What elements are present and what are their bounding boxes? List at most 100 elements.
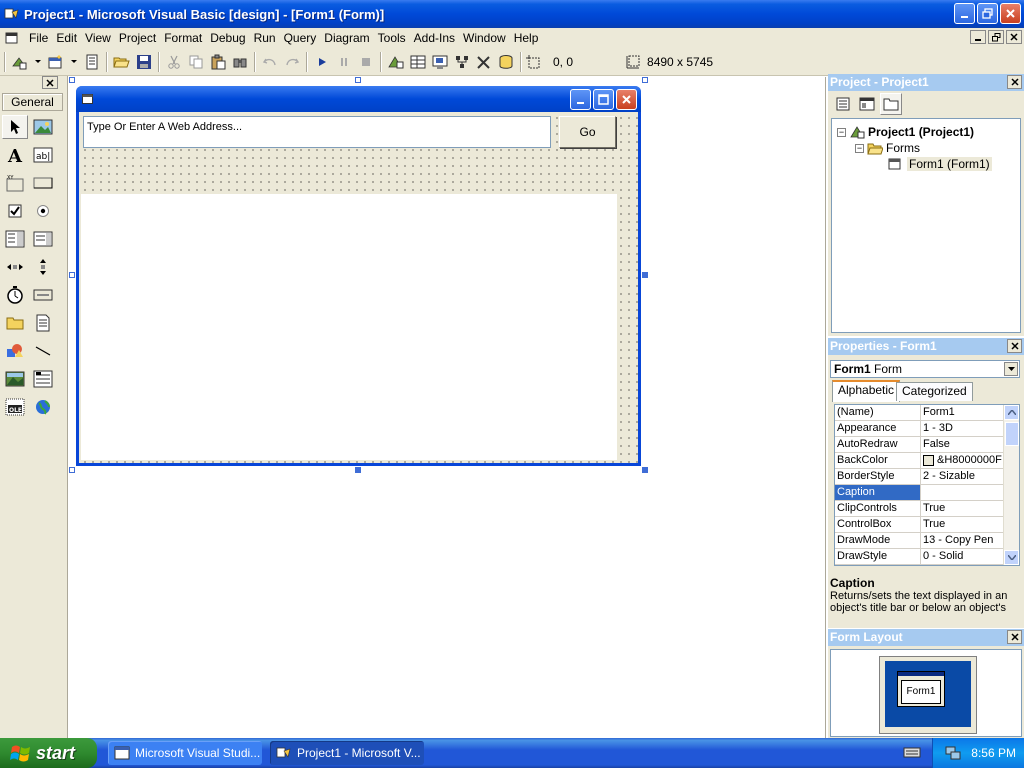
mdi-minimize-button[interactable] bbox=[970, 30, 986, 44]
tree-node-forms[interactable]: − Forms bbox=[855, 141, 920, 155]
minimize-button[interactable] bbox=[954, 3, 975, 24]
image-tool[interactable] bbox=[2, 367, 28, 391]
taskbar-item-project1[interactable]: Project1 - Microsoft V... bbox=[270, 741, 424, 765]
taskbar-item-visual-studio[interactable]: Microsoft Visual Studi... bbox=[108, 741, 262, 765]
keyboard-icon[interactable] bbox=[903, 745, 921, 759]
commandbutton-tool[interactable] bbox=[30, 171, 56, 195]
label-tool[interactable]: A bbox=[2, 143, 28, 167]
property-row-selected[interactable]: Caption bbox=[835, 485, 1019, 501]
ole-tool[interactable]: OLE bbox=[2, 395, 28, 419]
property-row[interactable]: AutoRedraw False bbox=[835, 437, 1019, 453]
design-form-titlebar[interactable] bbox=[76, 86, 641, 112]
scroll-up-button[interactable] bbox=[1004, 405, 1019, 420]
toggle-folders-button[interactable] bbox=[880, 93, 902, 115]
add-project-dropdown[interactable] bbox=[31, 51, 45, 73]
add-form-dropdown[interactable] bbox=[67, 51, 81, 73]
open-project-button[interactable] bbox=[111, 51, 133, 73]
add-form-button[interactable] bbox=[45, 51, 67, 73]
menu-run[interactable]: Run bbox=[250, 31, 280, 45]
toolbox-general-tab[interactable]: General bbox=[2, 93, 63, 111]
find-button[interactable] bbox=[229, 51, 251, 73]
project-panel-title[interactable]: Project - Project1 bbox=[828, 74, 1024, 91]
menu-help[interactable]: Help bbox=[510, 31, 543, 45]
toolbox-button[interactable] bbox=[473, 51, 495, 73]
toolbox-close-button[interactable] bbox=[42, 76, 58, 89]
property-value[interactable]: True bbox=[921, 517, 945, 532]
picturebox-tool[interactable] bbox=[30, 115, 56, 139]
project-panel-close-button[interactable] bbox=[1007, 75, 1022, 89]
menu-debug[interactable]: Debug bbox=[206, 31, 249, 45]
property-row[interactable]: DrawStyle 0 - Solid bbox=[835, 549, 1019, 565]
resize-handle-s[interactable] bbox=[355, 467, 361, 473]
resize-handle-w[interactable] bbox=[69, 272, 75, 278]
form-close-button[interactable] bbox=[616, 89, 637, 110]
add-project-button[interactable] bbox=[9, 51, 31, 73]
property-value[interactable]: 13 - Copy Pen bbox=[921, 533, 993, 548]
resize-handle-e[interactable] bbox=[642, 272, 648, 278]
combobox-tool[interactable] bbox=[2, 227, 28, 251]
menu-query[interactable]: Query bbox=[280, 31, 321, 45]
pointer-tool[interactable] bbox=[2, 115, 28, 139]
restore-button[interactable] bbox=[977, 3, 998, 24]
mdi-close-button[interactable] bbox=[1006, 30, 1022, 44]
mini-form-preview[interactable]: Form1 bbox=[897, 671, 945, 707]
property-value[interactable]: 0 - Solid bbox=[921, 549, 963, 564]
properties-panel-title[interactable]: Properties - Form1 bbox=[828, 338, 1024, 355]
view-object-button[interactable] bbox=[856, 93, 878, 115]
shape-tool[interactable] bbox=[2, 339, 28, 363]
frame-tool[interactable]: XY bbox=[2, 171, 28, 195]
property-value-cell[interactable]: &H8000000F bbox=[921, 453, 1002, 468]
close-button[interactable] bbox=[1000, 3, 1021, 24]
tree-node-form1[interactable]: Form1 (Form1) bbox=[888, 157, 992, 171]
project-tree[interactable]: − Project1 (Project1) − Forms Form1 (For… bbox=[831, 118, 1021, 333]
property-value[interactable]: 2 - Sizable bbox=[921, 469, 975, 484]
start-button[interactable]: start bbox=[0, 738, 97, 768]
listbox-tool[interactable] bbox=[30, 227, 56, 251]
property-row[interactable]: ControlBox True bbox=[835, 517, 1019, 533]
break-button[interactable] bbox=[333, 51, 355, 73]
resize-handle-se[interactable] bbox=[642, 467, 648, 473]
checkbox-tool[interactable] bbox=[2, 199, 28, 223]
properties-grid[interactable]: (Name) Form1 Appearance 1 - 3D AutoRedraw F… bbox=[834, 404, 1020, 566]
collapse-toggle-icon[interactable]: − bbox=[855, 143, 864, 153]
property-row[interactable]: DrawMode 13 - Copy Pen bbox=[835, 533, 1019, 549]
property-value[interactable]: 1 - 3D bbox=[921, 421, 953, 436]
menu-editor-button[interactable] bbox=[81, 51, 103, 73]
network-icon[interactable] bbox=[945, 745, 961, 761]
cut-button[interactable] bbox=[163, 51, 185, 73]
properties-window-button[interactable] bbox=[407, 51, 429, 73]
resize-handle-sw[interactable] bbox=[69, 467, 75, 473]
form-minimize-button[interactable] bbox=[570, 89, 591, 110]
form-layout-close-button[interactable] bbox=[1007, 630, 1022, 644]
textbox-tool[interactable]: ab| bbox=[30, 143, 56, 167]
timer-tool[interactable] bbox=[2, 283, 28, 307]
data-tool[interactable] bbox=[30, 367, 56, 391]
property-value[interactable] bbox=[921, 485, 923, 500]
webbrowser-tool[interactable] bbox=[30, 395, 56, 419]
address-textbox[interactable]: Type Or Enter A Web Address... bbox=[83, 116, 551, 148]
menu-view[interactable]: View bbox=[81, 31, 115, 45]
property-value[interactable]: Form1 bbox=[921, 405, 955, 420]
line-tool[interactable] bbox=[30, 339, 56, 363]
property-value[interactable]: True bbox=[921, 501, 945, 516]
property-row[interactable]: ClipControls True bbox=[835, 501, 1019, 517]
property-row[interactable]: Appearance 1 - 3D bbox=[835, 421, 1019, 437]
object-browser-button[interactable] bbox=[451, 51, 473, 73]
save-project-button[interactable] bbox=[133, 51, 155, 73]
tab-alphabetic[interactable]: Alphabetic bbox=[832, 380, 901, 402]
property-row[interactable]: (Name) Form1 bbox=[835, 405, 1019, 421]
menu-diagram[interactable]: Diagram bbox=[320, 31, 373, 45]
view-code-button[interactable] bbox=[832, 93, 854, 115]
menu-project[interactable]: Project bbox=[115, 31, 160, 45]
menu-format[interactable]: Format bbox=[160, 31, 206, 45]
vscrollbar-tool[interactable] bbox=[30, 255, 56, 279]
properties-panel-close-button[interactable] bbox=[1007, 339, 1022, 353]
design-form-window[interactable]: Type Or Enter A Web Address... Go bbox=[76, 86, 641, 466]
property-row[interactable]: BackColor &H8000000F bbox=[835, 453, 1019, 469]
undo-button[interactable] bbox=[259, 51, 281, 73]
menu-tools[interactable]: Tools bbox=[374, 31, 410, 45]
form-layout-area[interactable]: Form1 bbox=[830, 649, 1022, 737]
object-selector-dropdown[interactable] bbox=[1004, 362, 1018, 376]
design-form-body[interactable]: Type Or Enter A Web Address... Go bbox=[79, 112, 638, 463]
object-selector-combo[interactable]: Form1 Form bbox=[830, 360, 1020, 378]
